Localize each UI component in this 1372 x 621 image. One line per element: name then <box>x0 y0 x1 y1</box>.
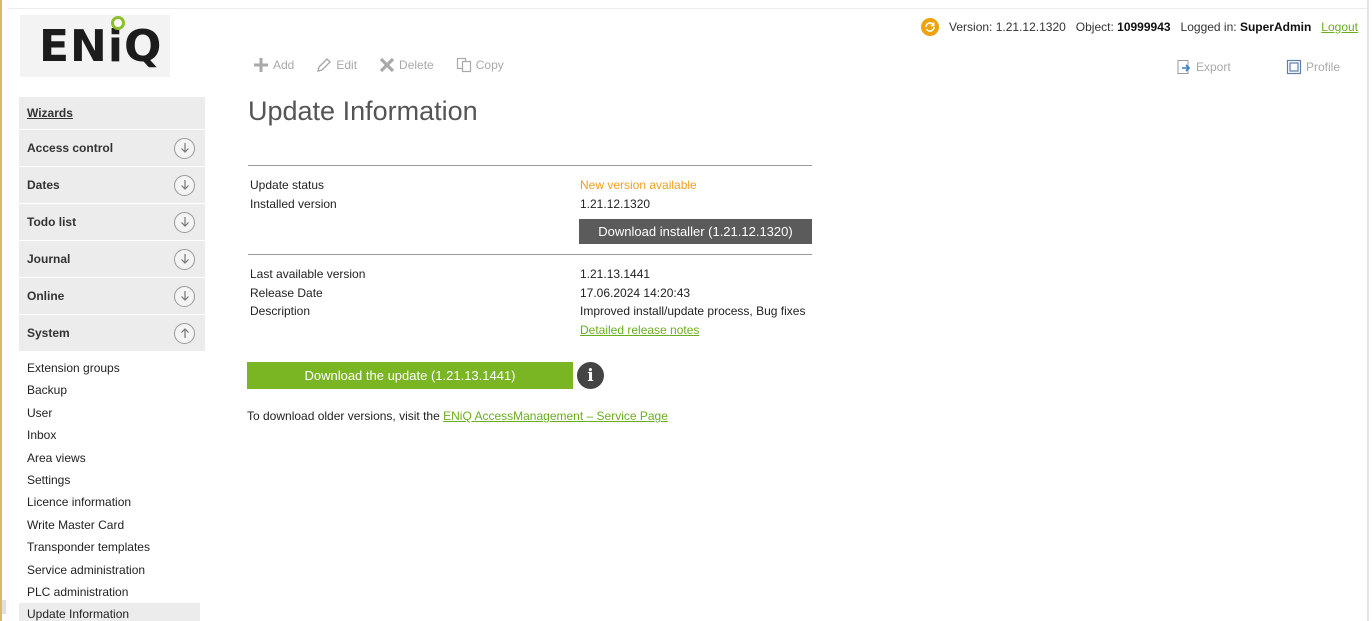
copy-icon <box>456 57 471 73</box>
delete-button[interactable]: Delete <box>379 57 434 73</box>
older-versions-text: To download older versions, visit the EN… <box>247 409 668 423</box>
sidebar-group-journal[interactable]: Journal <box>19 240 205 277</box>
resize-grip <box>2 600 6 614</box>
profile-button[interactable]: Profile <box>1286 59 1340 75</box>
last-version-value: 1.21.13.1441 <box>580 267 651 281</box>
sidebar-item-settings[interactable]: Settings <box>19 469 205 491</box>
copy-label: Copy <box>475 58 504 72</box>
version-text: Version: 1.21.12.1320 <box>949 20 1066 34</box>
pencil-icon <box>317 58 332 72</box>
main-content: Update Information Update status New ver… <box>248 96 812 213</box>
last-version-row: Last available version 1.21.13.1441 <box>248 265 812 284</box>
sidebar-item-area-views[interactable]: Area views <box>19 447 205 469</box>
release-date-value: 17.06.2024 14:20:43 <box>580 285 691 300</box>
sidebar-group-label: Access control <box>27 141 114 155</box>
sidebar-group-label: Journal <box>27 252 71 266</box>
sidebar-group-label: Dates <box>27 178 60 192</box>
sidebar-item-write-master-card[interactable]: Write Master Card <box>19 514 205 536</box>
description-row: Description Improved install/update proc… <box>248 302 812 321</box>
update-status-label: Update status <box>250 178 325 192</box>
logged-user: SuperAdmin <box>1239 20 1312 34</box>
sidebar-group-todo-list[interactable]: Todo list <box>19 203 205 240</box>
sidebar-wizards-link[interactable]: Wizards <box>19 97 205 129</box>
description-value: Improved install/update process, Bug fix… <box>580 304 806 318</box>
release-date-row: Release Date 17.06.2024 14:20:43 <box>248 284 812 303</box>
logged-info: Logged in: SuperAdmin <box>1181 20 1312 34</box>
sidebar-group-dates[interactable]: Dates <box>19 166 205 203</box>
logo-dot-icon <box>111 16 125 30</box>
sidebar-item-service-administration[interactable]: Service administration <box>19 559 205 581</box>
edit-button[interactable]: Edit <box>316 57 357 73</box>
export-label: Export <box>1196 60 1231 74</box>
expand-arrow-down-icon[interactable] <box>174 174 195 196</box>
collapse-arrow-up-icon[interactable] <box>174 322 195 344</box>
sidebar-item-user[interactable]: User <box>19 402 205 424</box>
last-version-label: Last available version <box>250 267 366 281</box>
description-label: Description <box>250 304 311 318</box>
download-update-button[interactable]: Download the update (1.21.13.1441) <box>247 362 573 389</box>
object-value: 10999943 <box>1117 20 1171 34</box>
update-status-row: Update status New version available <box>248 176 812 195</box>
installed-version-label: Installed version <box>250 196 337 211</box>
profile-label: Profile <box>1306 60 1341 74</box>
scrollbar[interactable] <box>1367 0 1369 621</box>
export-icon <box>1177 60 1191 74</box>
edit-label: Edit <box>336 58 358 72</box>
expand-arrow-down-icon[interactable] <box>174 211 195 233</box>
add-label: Add <box>273 58 295 72</box>
sidebar-item-inbox[interactable]: Inbox <box>19 424 205 446</box>
expand-arrow-down-icon[interactable] <box>174 285 195 307</box>
release-info: Last available version 1.21.13.1441 Rele… <box>248 254 812 339</box>
update-status-value: New version available <box>580 178 697 192</box>
sync-icon <box>921 18 940 36</box>
plus-icon <box>254 58 268 72</box>
info-icon[interactable]: i <box>577 362 604 389</box>
sidebar-group-label: System <box>27 326 70 340</box>
page-title: Update Information <box>248 96 478 126</box>
window-left-edge <box>0 0 2 621</box>
system-submenu: Extension groups Backup User Inbox Area … <box>19 357 205 621</box>
download-installer-button[interactable]: Download installer (1.21.12.1320) <box>579 219 812 244</box>
sidebar-group-access-control[interactable]: Access control <box>19 129 205 166</box>
older-versions-label: To download older versions, visit the <box>247 409 444 423</box>
sidebar-group-system[interactable]: System <box>19 314 205 351</box>
release-notes-link[interactable]: Detailed release notes <box>580 323 699 337</box>
sidebar-item-licence-information[interactable]: Licence information <box>19 491 205 513</box>
window-top-edge <box>8 8 1368 9</box>
sidebar-item-plc-administration[interactable]: PLC administration <box>19 581 205 603</box>
copy-button[interactable]: Copy <box>456 57 504 73</box>
expand-arrow-down-icon[interactable] <box>174 137 195 159</box>
status-bar: Version: 1.21.12.1320 Object: 10999943 L… <box>921 18 1358 36</box>
sidebar-item-backup[interactable]: Backup <box>19 379 205 401</box>
release-date-label: Release Date <box>250 285 323 300</box>
object-info: Object: 10999943 <box>1076 20 1171 34</box>
eniq-logo: ENiQ <box>20 15 170 77</box>
installed-version-row: Installed version 1.21.12.1320 <box>248 195 812 214</box>
cross-icon <box>379 57 395 73</box>
installed-version-value: 1.21.12.1320 <box>580 196 651 211</box>
logout-link[interactable]: Logout <box>1321 20 1358 34</box>
sidebar-item-transponder-templates[interactable]: Transponder templates <box>19 536 205 558</box>
delete-label: Delete <box>399 58 434 72</box>
export-button[interactable]: Export <box>1176 59 1231 75</box>
sidebar-group-label: Todo list <box>27 215 77 229</box>
sidebar-group-online[interactable]: Online <box>19 277 205 314</box>
sidebar: Wizards Access control Dates Todo list J… <box>19 97 205 621</box>
service-page-link[interactable]: ENiQ AccessManagement – Service Page <box>443 409 668 423</box>
add-button[interactable]: Add <box>253 57 294 73</box>
logged-label: Logged in: <box>1180 20 1237 34</box>
sidebar-item-update-information[interactable]: Update Information <box>19 603 200 621</box>
object-label: Object: <box>1075 20 1114 34</box>
sidebar-group-label: Online <box>27 289 65 303</box>
logo-text: ENiQ <box>39 21 163 72</box>
expand-arrow-down-icon[interactable] <box>174 248 195 270</box>
sidebar-item-extension-groups[interactable]: Extension groups <box>19 357 205 379</box>
profile-icon <box>1286 59 1302 75</box>
release-notes-row: Detailed release notes <box>248 321 812 340</box>
toolbar: Add Edit Delete Copy <box>253 57 504 73</box>
